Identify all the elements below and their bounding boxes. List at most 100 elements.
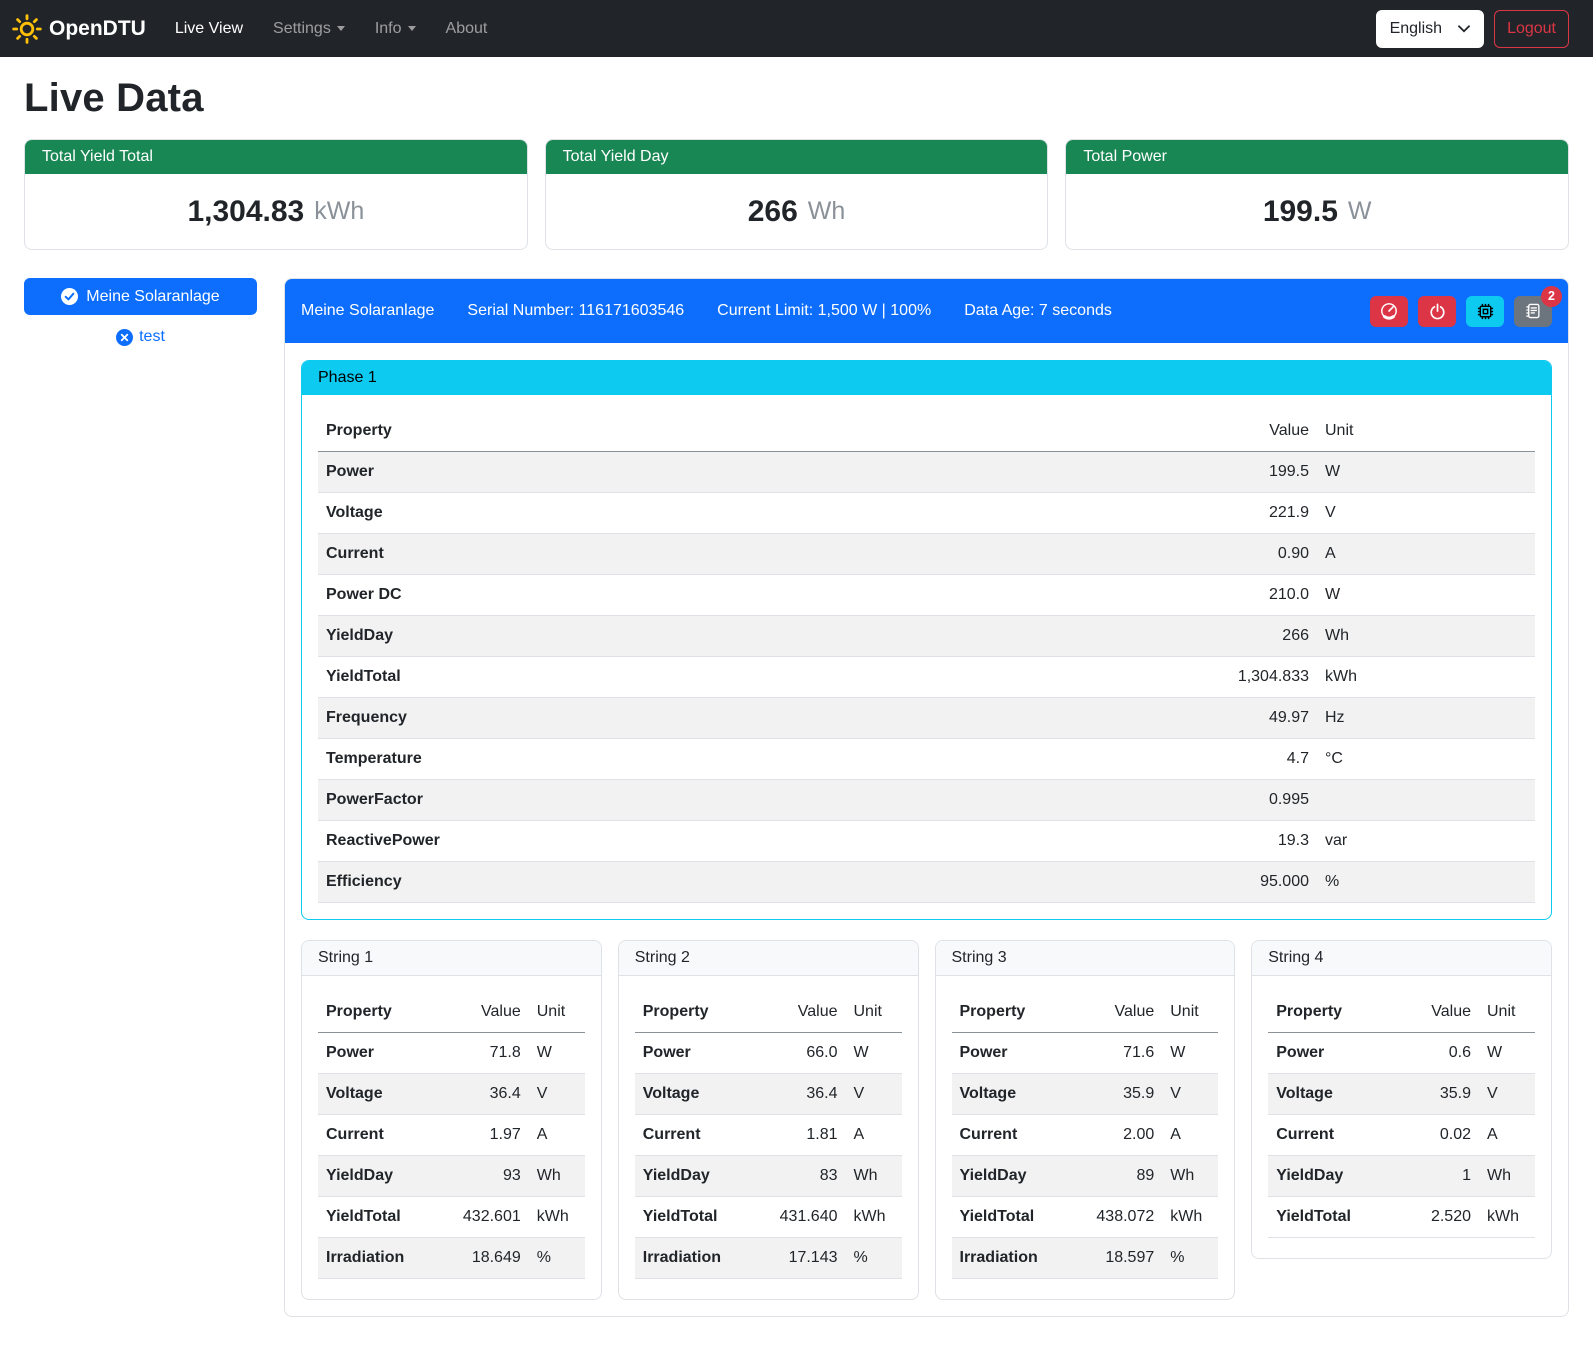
- page-title: Live Data: [24, 76, 1569, 121]
- property-unit: Wh: [846, 1159, 902, 1193]
- column-header: Property: [1268, 995, 1387, 1029]
- device-info-button[interactable]: [1466, 296, 1504, 327]
- chevron-down-icon: [1458, 25, 1470, 33]
- sidebar-item-label: test: [139, 328, 165, 346]
- column-header: Unit: [846, 995, 902, 1029]
- string-1-table: PropertyValueUnitPower71.8WVoltage36.4VC…: [318, 992, 585, 1279]
- property-unit: V: [1162, 1077, 1218, 1111]
- table-row: Irradiation18.649%: [318, 1238, 585, 1279]
- column-header: Value: [1070, 995, 1162, 1029]
- property-unit: V: [1479, 1077, 1535, 1111]
- nav-item-about[interactable]: About: [431, 12, 503, 46]
- property-unit: W: [1479, 1036, 1535, 1070]
- string-4-card: String 4 PropertyValueUnitPower0.6WVolta…: [1251, 940, 1552, 1259]
- property-unit: var: [1317, 824, 1535, 858]
- property-value: 0.90: [1167, 537, 1317, 571]
- property-value: 66.0: [754, 1036, 846, 1070]
- property-value: 2.00: [1070, 1118, 1162, 1152]
- inverter-header: Meine Solaranlage Serial Number: 1161716…: [285, 279, 1568, 343]
- property-unit: A: [846, 1118, 902, 1152]
- column-header: Property: [635, 995, 754, 1029]
- table-row: YieldDay83Wh: [635, 1156, 902, 1197]
- total-yield-day-unit: Wh: [808, 197, 846, 226]
- column-header: Property: [318, 414, 1167, 448]
- nav-item-live-view[interactable]: Live View: [160, 12, 258, 46]
- nav-item-info-label: Info: [375, 20, 402, 37]
- logout-button[interactable]: Logout: [1494, 10, 1569, 48]
- table-row: Power71.8W: [318, 1033, 585, 1074]
- column-header: Property: [318, 995, 437, 1029]
- string-2-body: PropertyValueUnitPower66.0WVoltage36.4VC…: [619, 976, 918, 1299]
- cpu-icon: [1476, 302, 1495, 321]
- brand[interactable]: OpenDTU: [12, 14, 146, 44]
- table-row: YieldTotal431.640kWh: [635, 1197, 902, 1238]
- nav-item-settings[interactable]: Settings: [258, 12, 360, 46]
- nav-links: Live View Settings Info About: [160, 12, 503, 46]
- table-row: Current0.02A: [1268, 1115, 1535, 1156]
- property-unit: A: [529, 1118, 585, 1152]
- table-header-row: PropertyValueUnit: [635, 992, 902, 1033]
- column-header: Property: [952, 995, 1071, 1029]
- property-name: Power: [318, 455, 1167, 489]
- property-unit: kWh: [1479, 1200, 1535, 1234]
- inverter-serial: Serial Number: 116171603546: [467, 302, 684, 320]
- column-header: Value: [437, 995, 529, 1029]
- property-name: YieldDay: [635, 1159, 754, 1193]
- property-value: 438.072: [1070, 1200, 1162, 1234]
- table-row: Voltage36.4V: [635, 1074, 902, 1115]
- table-row: Voltage35.9V: [952, 1074, 1219, 1115]
- power-button[interactable]: [1418, 296, 1456, 327]
- table-row: Power66.0W: [635, 1033, 902, 1074]
- property-value: 431.640: [754, 1200, 846, 1234]
- language-select[interactable]: English: [1376, 10, 1484, 48]
- table-row: Power DC210.0W: [318, 575, 1535, 616]
- string-4-body: PropertyValueUnitPower0.6WVoltage35.9VCu…: [1252, 976, 1551, 1258]
- string-3-table: PropertyValueUnitPower71.6WVoltage35.9VC…: [952, 992, 1219, 1279]
- inverter-actions: 2: [1370, 296, 1552, 327]
- card-body: 1,304.83 kWh: [25, 174, 527, 249]
- property-value: 1,304.833: [1167, 660, 1317, 694]
- column-header: Value: [1387, 995, 1479, 1029]
- phase-1-header: Phase 1: [302, 361, 1551, 395]
- nav-item-info[interactable]: Info: [360, 12, 431, 46]
- property-unit: %: [529, 1241, 585, 1275]
- table-row: YieldDay89Wh: [952, 1156, 1219, 1197]
- nav-item-settings-label: Settings: [273, 20, 331, 37]
- inverter-card: Meine Solaranlage Serial Number: 1161716…: [284, 278, 1569, 1317]
- table-row: Current1.81A: [635, 1115, 902, 1156]
- phase-1-body: PropertyValueUnitPower199.5WVoltage221.9…: [302, 395, 1551, 919]
- string-1-header: String 1: [302, 941, 601, 976]
- sidebar-item-meine-solaranlage[interactable]: Meine Solaranlage: [24, 278, 257, 315]
- property-unit: %: [1317, 865, 1535, 899]
- property-name: Power: [635, 1036, 754, 1070]
- property-name: YieldTotal: [318, 660, 1167, 694]
- card-body: 199.5 W: [1066, 174, 1568, 249]
- property-unit: W: [846, 1036, 902, 1070]
- property-value: 71.6: [1070, 1036, 1162, 1070]
- limit-settings-button[interactable]: [1370, 296, 1408, 327]
- phase-1-table: PropertyValueUnitPower199.5WVoltage221.9…: [318, 411, 1535, 903]
- table-row: Voltage221.9V: [318, 493, 1535, 534]
- property-name: Power: [318, 1036, 437, 1070]
- table-row: YieldTotal2.520kWh: [1268, 1197, 1535, 1238]
- column-header: Value: [1167, 414, 1317, 448]
- property-value: 89: [1070, 1159, 1162, 1193]
- navbar-right: English Logout: [1376, 10, 1569, 48]
- property-unit: W: [529, 1036, 585, 1070]
- table-row: Frequency49.97Hz: [318, 698, 1535, 739]
- sidebar-item-test[interactable]: test: [24, 328, 257, 346]
- property-value: 17.143: [754, 1241, 846, 1275]
- event-log-button[interactable]: 2: [1514, 296, 1552, 327]
- property-name: Irradiation: [952, 1241, 1071, 1275]
- total-yield-total-value: 1,304.83: [187, 195, 304, 229]
- table-row: YieldTotal1,304.833kWh: [318, 657, 1535, 698]
- sidebar-item-label: Meine Solaranlage: [86, 288, 219, 306]
- table-row: YieldDay93Wh: [318, 1156, 585, 1197]
- property-name: YieldTotal: [952, 1200, 1071, 1234]
- property-name: YieldTotal: [1268, 1200, 1387, 1234]
- card-header: Total Power: [1066, 140, 1568, 174]
- property-value: 432.601: [437, 1200, 529, 1234]
- property-unit: %: [846, 1241, 902, 1275]
- property-unit: Wh: [1317, 619, 1535, 653]
- card-header: Total Yield Total: [25, 140, 527, 174]
